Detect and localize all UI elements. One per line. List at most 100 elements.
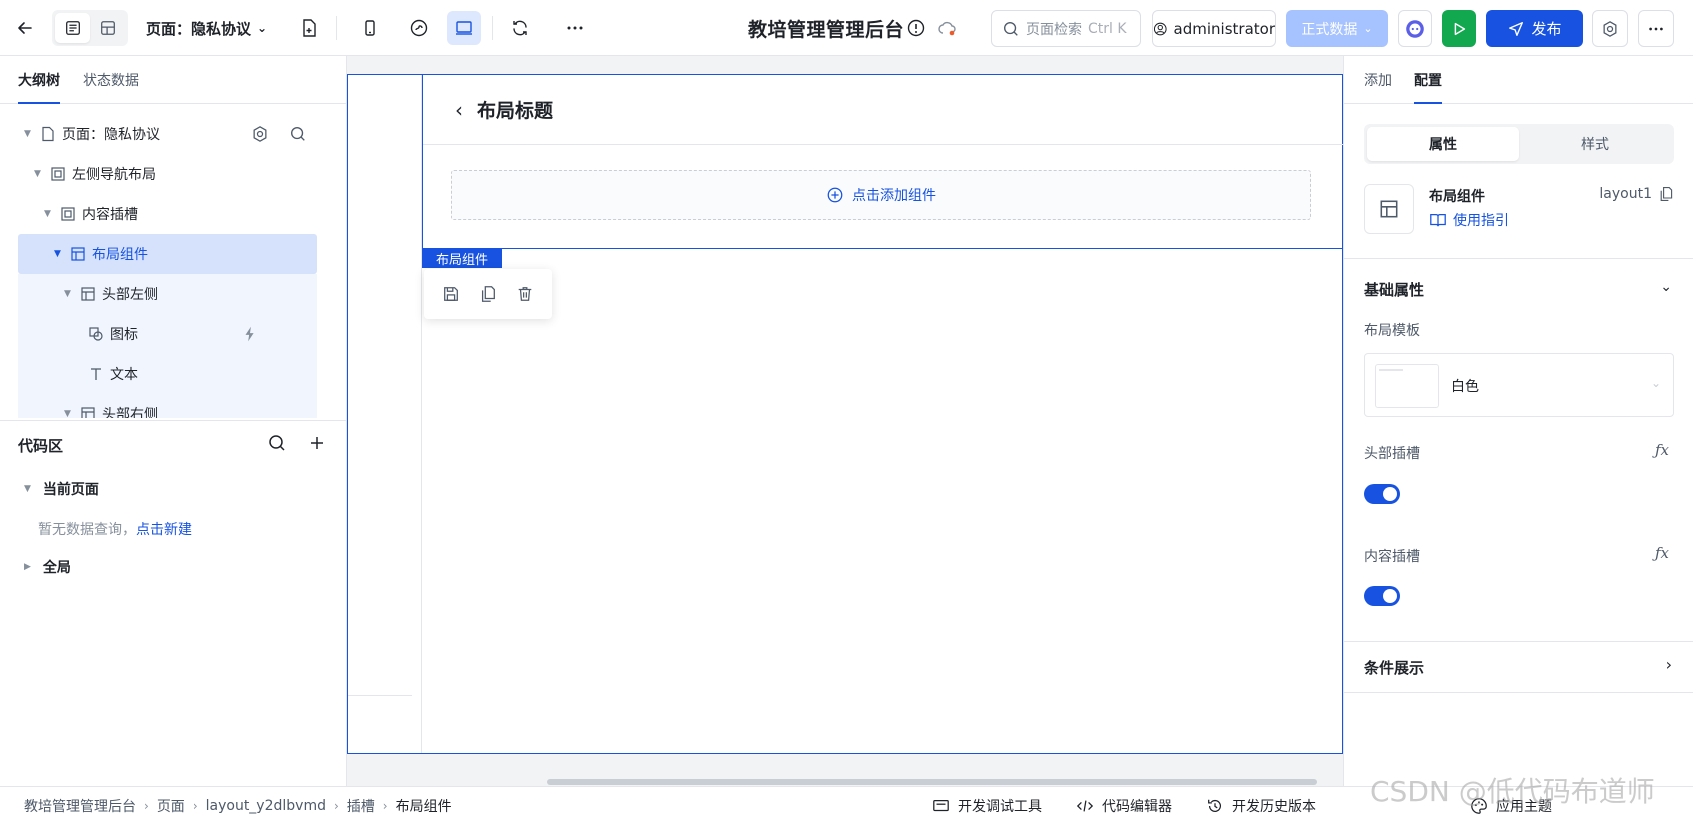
page-view-icon[interactable]	[55, 13, 90, 43]
code-global[interactable]: ▶ 全局	[24, 557, 71, 577]
save-icon[interactable]	[442, 285, 460, 303]
page-selector-label: 页面：隐私协议	[146, 19, 252, 38]
cloud-sync-icon[interactable]	[930, 11, 964, 45]
dev-debug-tools-button[interactable]: 开发调试工具	[932, 796, 1042, 816]
tree-node-label: 头部右侧	[102, 407, 158, 418]
search-icon[interactable]	[267, 433, 287, 453]
plus-circle-icon	[827, 187, 843, 203]
conditional-display-section[interactable]: 条件展示 ›	[1344, 641, 1693, 693]
code-section-title: 代码区	[18, 437, 64, 455]
add-component-placeholder[interactable]: 点击添加组件	[451, 170, 1311, 220]
caret-down-icon[interactable]: ▼	[24, 484, 31, 494]
breadcrumb-item[interactable]: 插槽	[347, 796, 375, 816]
info-icon[interactable]	[899, 11, 933, 45]
header-slot-toggle[interactable]	[1364, 484, 1400, 504]
tab-config[interactable]: 配置	[1414, 70, 1442, 104]
breadcrumb-item[interactable]: layout_y2dlbvmd	[206, 798, 326, 814]
outline-tree: ▼ 页面：隐私协议 ▼ 左侧导航布局 ▼ 内容插槽 ▼ 布局组件 ▼ 头部左侧	[0, 114, 347, 418]
mini-program-icon[interactable]	[402, 11, 436, 45]
tree-node-label: 图标	[110, 327, 138, 343]
page-selector[interactable]: 页面：隐私协议 ⌄	[146, 10, 267, 46]
layout-template-select[interactable]: 白色 ⌄	[1364, 353, 1674, 417]
gear-icon[interactable]	[251, 125, 269, 143]
tab-state-data[interactable]: 状态数据	[83, 70, 139, 104]
back-arrow-icon[interactable]	[8, 11, 42, 45]
fx-binding-icon[interactable]: ƒx	[1655, 441, 1669, 459]
header-slot-label: 头部插槽	[1364, 446, 1420, 462]
search-shortcut: Ctrl K	[1088, 20, 1127, 37]
code-section: 代码区 ▼ 当前页面 暂无数据查询，点击新建 ▶ 全局	[0, 420, 347, 786]
more-horizontal-icon[interactable]	[558, 11, 592, 45]
code-empty-state: 暂无数据查询，点击新建	[38, 519, 192, 539]
caret-down-icon[interactable]: ▼	[64, 409, 74, 418]
caret-down-icon[interactable]: ▼	[24, 129, 34, 139]
search-placeholder: 页面检索	[1026, 21, 1082, 38]
breadcrumb-item[interactable]: 布局组件	[396, 796, 452, 816]
monitor-icon	[933, 799, 949, 812]
tab-properties[interactable]: 属性	[1367, 127, 1519, 161]
layout-view-icon[interactable]	[90, 13, 125, 43]
layout-header: ‹ 布局标题	[423, 75, 1343, 145]
tree-node-page[interactable]: ▼ 页面：隐私协议	[18, 114, 317, 154]
caret-down-icon[interactable]: ▼	[34, 169, 44, 179]
component-toolbar	[424, 269, 552, 319]
plus-icon[interactable]	[307, 433, 327, 453]
design-canvas[interactable]: ‹ 布局标题 点击添加组件 布局组件	[347, 56, 1343, 786]
data-mode-button[interactable]: 正式数据 ⌄	[1286, 10, 1388, 47]
add-page-icon[interactable]	[292, 11, 326, 45]
tree-node-icon[interactable]: 图标	[18, 314, 317, 354]
breadcrumb-item[interactable]: 页面	[157, 796, 185, 816]
page-search-input[interactable]: 页面检索 Ctrl K	[991, 10, 1141, 47]
chevron-left-icon[interactable]: ‹	[455, 98, 463, 122]
content-slot-toggle[interactable]	[1364, 586, 1400, 606]
view-mode-toggle	[52, 10, 128, 46]
tree-node-left-nav-layout[interactable]: ▼ 左侧导航布局	[18, 154, 317, 194]
horizontal-scrollbar[interactable]	[547, 779, 1317, 785]
ai-assistant-button[interactable]	[1398, 10, 1432, 47]
selected-component-tag[interactable]: 布局组件	[422, 249, 502, 268]
caret-down-icon[interactable]: ▼	[54, 249, 64, 259]
basic-properties-title[interactable]: 基础属性	[1364, 279, 1424, 300]
more-menu-button[interactable]	[1638, 10, 1674, 47]
tree-node-label: 头部左侧	[102, 287, 158, 303]
chevron-down-icon[interactable]: ⌄	[1660, 279, 1672, 295]
layout-icon	[80, 406, 96, 418]
usage-guide-link[interactable]: 使用指引	[1429, 210, 1509, 230]
create-query-link[interactable]: 点击新建	[136, 522, 192, 538]
breadcrumb-item[interactable]: 教培管理管理后台	[24, 796, 136, 816]
tab-outline-tree[interactable]: 大纲树	[18, 70, 60, 104]
layout-icon	[80, 286, 96, 302]
history-versions-button[interactable]: 开发历史版本	[1206, 796, 1316, 816]
trash-icon[interactable]	[516, 285, 534, 303]
run-preview-button[interactable]	[1442, 10, 1476, 47]
search-icon[interactable]	[289, 125, 307, 143]
copy-icon[interactable]	[1658, 186, 1674, 202]
refresh-icon[interactable]	[503, 11, 537, 45]
left-panel: 大纲树 状态数据 ▼ 页面：隐私协议 ▼ 左侧导航布局 ▼ 内容插槽 ▼ 布局组…	[0, 56, 347, 786]
copy-icon[interactable]	[479, 285, 497, 303]
tree-node-header-right[interactable]: ▼ 头部右侧	[18, 394, 317, 418]
tree-node-text[interactable]: 文本	[18, 354, 317, 394]
app-settings-button[interactable]	[1592, 10, 1628, 47]
component-id-value: layout1	[1599, 186, 1652, 202]
caret-right-icon[interactable]: ▶	[24, 562, 31, 572]
tab-style[interactable]: 样式	[1519, 127, 1671, 161]
desktop-device-icon[interactable]	[447, 11, 481, 45]
lightning-icon[interactable]	[241, 325, 259, 343]
tree-node-layout-component[interactable]: ▼ 布局组件	[18, 234, 317, 274]
tree-node-label: 左侧导航布局	[72, 167, 156, 183]
left-nav-area[interactable]	[348, 75, 422, 753]
caret-down-icon[interactable]: ▼	[64, 289, 74, 299]
layout-component-block[interactable]: ‹ 布局标题 点击添加组件	[422, 75, 1343, 249]
code-current-page[interactable]: ▼ 当前页面	[24, 479, 99, 499]
code-editor-button[interactable]: 代码编辑器	[1076, 796, 1172, 816]
tree-node-content-slot[interactable]: ▼ 内容插槽	[18, 194, 317, 234]
user-menu[interactable]: administrator	[1152, 10, 1276, 47]
caret-down-icon[interactable]: ▼	[44, 209, 54, 219]
gear-icon	[1603, 20, 1617, 37]
fx-binding-icon[interactable]: ƒx	[1655, 544, 1669, 562]
publish-button[interactable]: 发布	[1486, 10, 1583, 47]
mobile-device-icon[interactable]	[353, 11, 387, 45]
tree-node-header-left[interactable]: ▼ 头部左侧	[18, 274, 317, 314]
tab-add[interactable]: 添加	[1364, 70, 1392, 104]
